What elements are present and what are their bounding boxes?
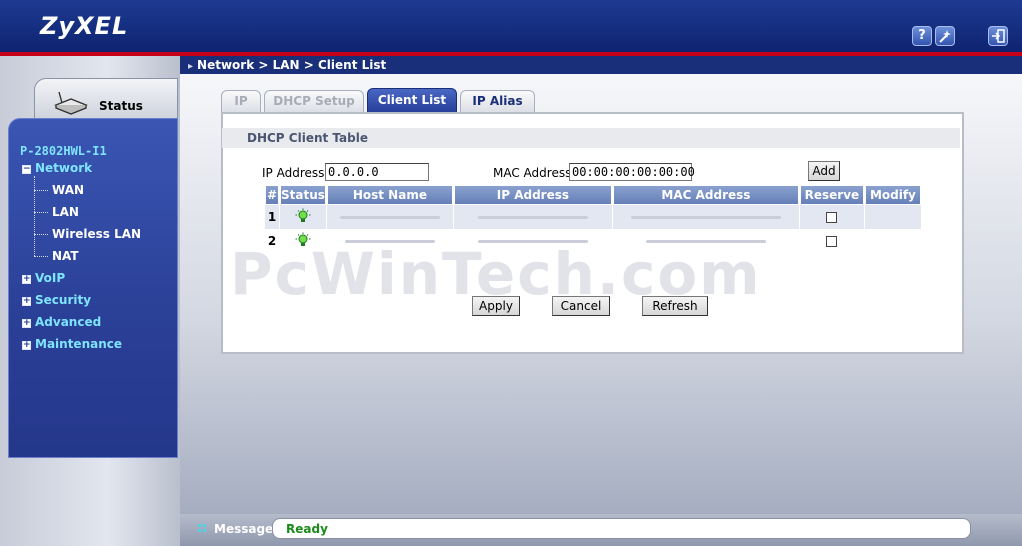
message-grip-icon [198, 524, 206, 532]
column-header: Host Name [326, 185, 453, 205]
mac-address-label: MAC Address [493, 166, 572, 180]
table-row: 2 [265, 229, 921, 253]
sidebar-item-voip[interactable]: + VoIP [22, 271, 65, 285]
reserve-cell [799, 229, 864, 253]
refresh-button[interactable]: Refresh [642, 296, 708, 316]
collapse-icon: − [22, 164, 31, 174]
host-name-cell [326, 205, 453, 229]
sidebar-item-wireless-lan[interactable]: Wireless LAN [52, 227, 141, 241]
message-label: Message [214, 522, 274, 536]
column-header: Status [280, 185, 326, 205]
host-name-cell [326, 229, 453, 253]
expand-icon: + [22, 296, 31, 306]
message-box [272, 518, 971, 539]
ip-address-input[interactable]: 0.0.0.0 [325, 163, 429, 181]
router-icon [54, 91, 88, 115]
arrow-right-icon: ▸ [188, 61, 194, 72]
reserve-cell [799, 205, 864, 229]
column-header: IP Address [453, 185, 612, 205]
mac-address-cell [612, 229, 799, 253]
row-index: 2 [265, 229, 279, 253]
column-header: # [265, 185, 279, 205]
reserve-checkbox[interactable] [826, 212, 838, 223]
mac-address-input[interactable]: 00:00:00:00:00:00 [569, 163, 695, 181]
tab-client-list[interactable]: Client List [367, 88, 457, 112]
table-row: 1 [265, 205, 921, 229]
device-model: P-2802HWL-I1 [20, 144, 107, 158]
tab-ip[interactable]: IP [221, 90, 261, 112]
client-table: # Status Host Name IP Address MAC Addres… [264, 185, 922, 253]
expand-icon: + [22, 274, 31, 284]
tab-dhcp-setup[interactable]: DHCP Setup [264, 90, 364, 112]
sidebar-item-maintenance[interactable]: + Maintenance [22, 337, 122, 351]
section-title: DHCP Client Table [222, 128, 960, 148]
apply-button[interactable]: Apply [472, 296, 520, 316]
sidebar-item-lan[interactable]: LAN [52, 205, 79, 219]
breadcrumb: ▸ Network > LAN > Client List [188, 58, 387, 72]
zyxel-logo: ZyXEL [40, 12, 129, 40]
sidebar-item-advanced[interactable]: + Advanced [22, 315, 101, 329]
column-header: Modify [864, 185, 921, 205]
expand-icon: + [22, 318, 31, 328]
tree-line [34, 176, 35, 256]
modify-cell [864, 205, 921, 229]
bulb-on-icon [295, 208, 311, 222]
bulb-on-icon [295, 232, 311, 246]
status-cell [280, 229, 326, 253]
ip-address-label: IP Address [262, 166, 325, 180]
ip-address-cell [453, 205, 612, 229]
tab-ip-alias[interactable]: IP Alias [460, 90, 535, 112]
message-text: Ready [286, 522, 328, 536]
status-tab-label: Status [99, 99, 143, 113]
column-header: MAC Address [612, 185, 799, 205]
wizard-icon[interactable] [935, 26, 955, 46]
ip-address-cell [453, 229, 612, 253]
logout-icon[interactable] [988, 26, 1008, 46]
row-index: 1 [265, 205, 279, 229]
reserve-checkbox[interactable] [826, 236, 838, 247]
sidebar-item-network[interactable]: − Network [22, 161, 92, 175]
sidebar-item-wan[interactable]: WAN [52, 183, 84, 197]
add-button[interactable]: Add [808, 161, 840, 181]
sidebar-item-security[interactable]: + Security [22, 293, 91, 307]
column-header: Reserve [799, 185, 864, 205]
status-cell [280, 205, 326, 229]
header-bar [0, 0, 1022, 52]
sidebar-item-nat[interactable]: NAT [52, 249, 79, 263]
expand-icon: + [22, 340, 31, 350]
help-icon[interactable]: ? [912, 26, 932, 46]
modify-cell [864, 229, 921, 253]
cancel-button[interactable]: Cancel [552, 296, 610, 316]
mac-address-cell [612, 205, 799, 229]
